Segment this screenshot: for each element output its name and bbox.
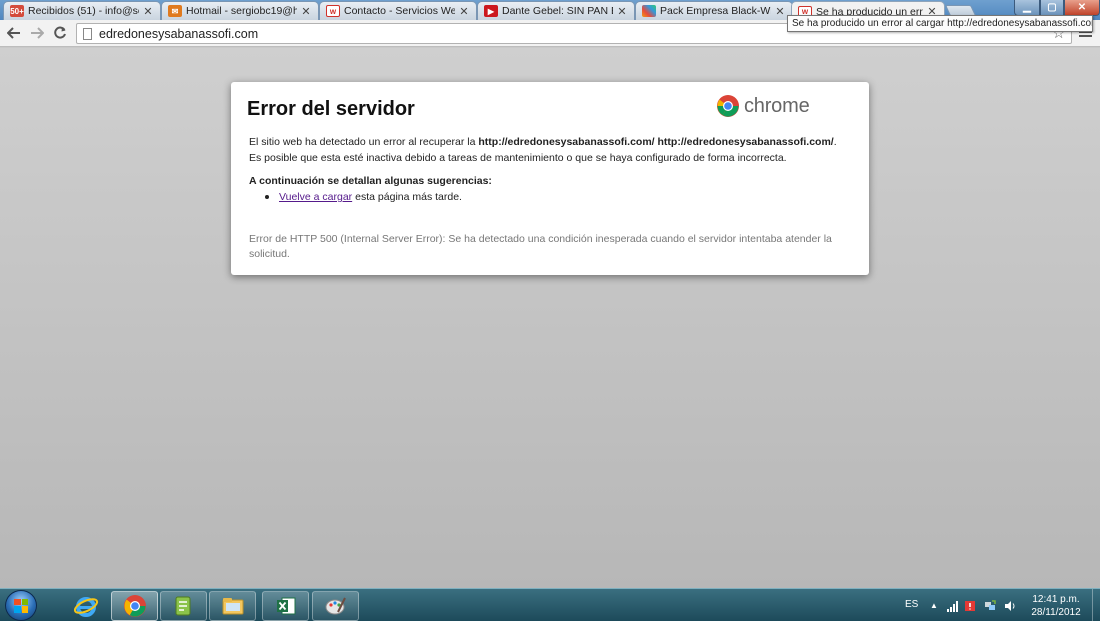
- list-item: Vuelve a cargar esta página más tarde.: [265, 191, 462, 203]
- internet-explorer-icon: [73, 597, 98, 617]
- youtube-icon: ▶: [484, 5, 498, 17]
- reload-link[interactable]: Vuelve a cargar: [279, 191, 352, 203]
- language-indicator[interactable]: ES: [905, 599, 918, 610]
- signal-icon[interactable]: [946, 600, 958, 612]
- page-title: Error del servidor: [247, 98, 415, 120]
- desc-prefix: El sitio web ha detectado un error al re…: [249, 136, 479, 148]
- page-icon: [83, 27, 92, 40]
- chrome-logo-icon: [717, 95, 739, 117]
- start-button[interactable]: [5, 590, 37, 621]
- tab-title: Dante Gebel: SIN PAN EN: [502, 5, 613, 17]
- clock-time: 12:41 p.m.: [1032, 594, 1080, 605]
- hotmail-icon: ✉: [168, 5, 182, 17]
- tab-close-icon[interactable]: ✕: [616, 5, 628, 18]
- excel-icon: [276, 597, 295, 615]
- error-code: Error de HTTP 500 (Internal Server Error…: [249, 233, 832, 260]
- gmail-icon: 50+: [10, 5, 24, 17]
- chrome-icon: [123, 595, 146, 617]
- suggestions-heading: A continuación se detallan algunas suger…: [249, 175, 492, 187]
- tab-close-icon[interactable]: ✕: [774, 5, 786, 18]
- taskbar-chrome[interactable]: [111, 591, 158, 621]
- tab-close-icon[interactable]: ✕: [458, 5, 470, 18]
- taskbar-notepad-plus[interactable]: [160, 591, 207, 621]
- taskbar-paint[interactable]: [312, 591, 359, 621]
- tab-title: Hotmail - sergiobc19@ho: [186, 5, 297, 17]
- chrome-brand: chrome: [716, 94, 810, 118]
- desc-url: http://edredonesysabanassofi.com/ http:/…: [478, 136, 834, 148]
- tab-title: Pack Empresa Black-Whit: [660, 5, 771, 17]
- error-card: Error del servidor chrome El sitio web h…: [231, 82, 869, 275]
- back-button[interactable]: [4, 24, 24, 42]
- close-icon: ✕: [1077, 2, 1087, 13]
- show-desktop-button[interactable]: [1092, 589, 1100, 621]
- taskbar-explorer[interactable]: [209, 591, 256, 621]
- back-arrow-icon: [7, 27, 20, 39]
- windows-logo-icon: [14, 598, 28, 613]
- tab-tooltip: Se ha producido un error al cargar http:…: [787, 15, 1093, 32]
- suggestions-list: Vuelve a cargar esta página más tarde.: [265, 191, 462, 203]
- file-explorer-icon: [222, 598, 243, 615]
- tab-contacto[interactable]: w Contacto - Servicios Web ✕: [319, 1, 477, 20]
- tab-title: Recibidos (51) - info@sert: [28, 5, 139, 17]
- tab-pack-empresa[interactable]: Pack Empresa Black-Whit ✕: [635, 1, 793, 20]
- taskbar-excel[interactable]: [262, 591, 309, 621]
- suggestion-text: esta página más tarde.: [355, 191, 462, 203]
- minimize-icon: ▁: [1023, 2, 1031, 13]
- clock[interactable]: 12:41 p.m. 28/11/2012: [1022, 593, 1090, 619]
- taskbar: ES ▲ 12:41 p.m. 28/11/2012: [0, 588, 1100, 621]
- clock-date: 28/11/2012: [1031, 607, 1081, 618]
- tab-title: Contacto - Servicios Web: [344, 5, 455, 17]
- forward-button[interactable]: [27, 24, 47, 42]
- maximize-button[interactable]: ▢: [1040, 0, 1064, 16]
- tab-hotmail[interactable]: ✉ Hotmail - sergiobc19@ho ✕: [161, 1, 319, 20]
- tab-close-icon[interactable]: ✕: [142, 5, 154, 18]
- close-window-button[interactable]: ✕: [1064, 0, 1100, 16]
- security-alert-icon[interactable]: [964, 600, 976, 612]
- tab-youtube[interactable]: ▶ Dante Gebel: SIN PAN EN ✕: [477, 1, 635, 20]
- bullet: [265, 195, 269, 199]
- site-w-icon: w: [326, 5, 340, 17]
- tab-close-icon[interactable]: ✕: [300, 5, 312, 18]
- page-content: Error del servidor chrome El sitio web h…: [0, 48, 1100, 588]
- show-hidden-icons-icon[interactable]: ▲: [930, 601, 938, 610]
- volume-icon[interactable]: [1004, 600, 1016, 612]
- tab-gmail[interactable]: 50+ Recibidos (51) - info@sert ✕: [3, 1, 161, 20]
- taskbar-ie[interactable]: [62, 591, 109, 621]
- notepad-plus-icon: [175, 596, 190, 616]
- paint-icon: [325, 597, 346, 615]
- error-description: El sitio web ha detectado un error al re…: [249, 134, 849, 166]
- reload-icon: [54, 26, 66, 39]
- network-icon[interactable]: [984, 600, 996, 612]
- minimize-button[interactable]: ▁: [1014, 0, 1040, 16]
- brand-name: chrome: [744, 94, 810, 117]
- reload-button[interactable]: [50, 24, 70, 42]
- joomla-icon: [642, 5, 656, 17]
- maximize-icon: ▢: [1047, 2, 1057, 13]
- forward-arrow-icon: [31, 27, 44, 39]
